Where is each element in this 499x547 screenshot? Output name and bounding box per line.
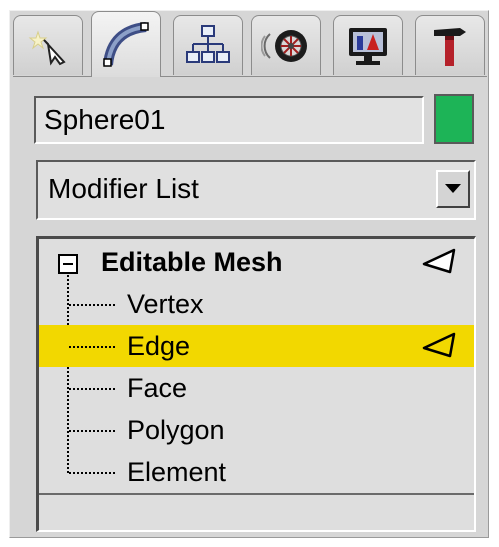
tab-display[interactable] — [333, 15, 403, 75]
subobject-label: Polygon — [127, 415, 225, 445]
display-icon — [349, 27, 387, 65]
modifier-list-label: Modifier List — [48, 173, 199, 204]
stack-divider — [39, 493, 474, 495]
command-panel-tabs — [13, 11, 487, 77]
subobject-face[interactable]: Face — [39, 367, 474, 409]
modifier-list-dropdown[interactable]: Modifier List — [36, 160, 476, 220]
modifier-stack: Editable Mesh Vertex Edge Face Polygon E… — [36, 236, 476, 532]
chevron-down-icon — [445, 184, 461, 193]
subobject-triangle-icon — [422, 248, 456, 274]
object-color-swatch[interactable] — [434, 94, 474, 144]
tab-utilities[interactable] — [415, 15, 485, 75]
modify-icon — [103, 21, 149, 67]
tree-branch — [69, 388, 115, 390]
motion-icon — [261, 29, 307, 62]
tab-create[interactable] — [13, 15, 83, 75]
tree-branch — [69, 304, 115, 306]
object-name-input[interactable]: Sphere01 — [34, 96, 424, 144]
tree-branch — [69, 430, 115, 432]
hierarchy-icon — [186, 24, 230, 63]
tab-modify[interactable] — [91, 11, 161, 77]
tab-motion[interactable] — [251, 15, 321, 75]
hammer-icon — [434, 27, 466, 66]
subobject-label: Vertex — [127, 289, 204, 319]
collapse-toggle-icon[interactable] — [58, 254, 78, 274]
tree-branch — [69, 346, 115, 348]
subobject-vertex[interactable]: Vertex — [39, 283, 474, 325]
subobject-polygon[interactable]: Polygon — [39, 409, 474, 451]
dropdown-arrow-button[interactable] — [436, 170, 470, 208]
subobject-edge[interactable]: Edge — [39, 325, 474, 367]
tab-divider — [13, 76, 487, 77]
tab-hierarchy[interactable] — [173, 15, 243, 75]
subobject-element[interactable]: Element — [39, 451, 474, 493]
subobject-label: Edge — [127, 331, 191, 361]
subobject-label: Face — [127, 373, 188, 403]
tree-branch — [69, 472, 115, 474]
subobject-triangle-icon — [422, 332, 456, 358]
stack-item-label: Editable Mesh — [101, 247, 283, 277]
subobject-label: Element — [127, 457, 227, 487]
create-icon — [28, 29, 66, 66]
stack-item-editable-mesh[interactable]: Editable Mesh — [39, 241, 474, 283]
